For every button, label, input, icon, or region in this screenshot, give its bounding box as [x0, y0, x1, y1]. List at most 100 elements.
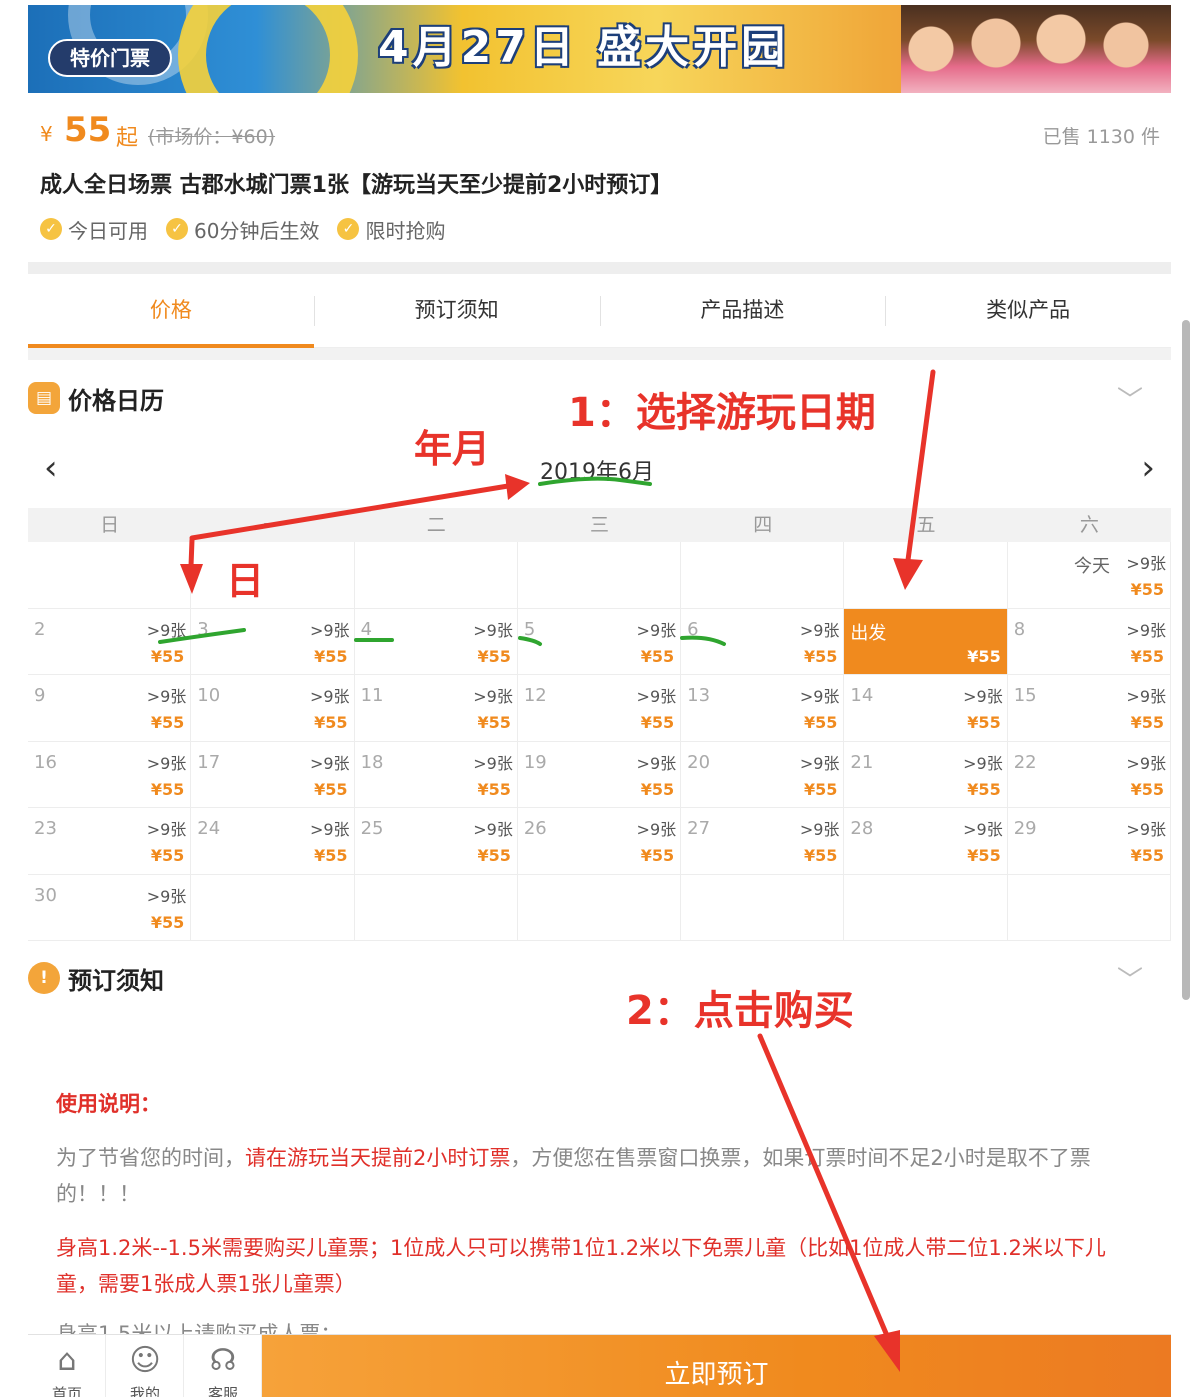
check-icon: ✓	[166, 218, 188, 240]
day-price: ¥55	[1130, 646, 1164, 666]
banner-title: 4月27日 盛大开园	[378, 22, 790, 73]
calendar-icon: ▤	[28, 382, 60, 414]
calendar-day-cell[interactable]: 20 >9张 ¥55	[681, 741, 845, 808]
calendar-day-cell[interactable]: 8 >9张 ¥55	[1007, 608, 1171, 675]
weekday-label: 五	[916, 514, 936, 536]
feature-tag: ✓ 60分钟后生效	[166, 214, 319, 244]
special-ticket-badge: 特价门票	[48, 39, 172, 77]
tab-product-description[interactable]: 产品描述	[599, 274, 886, 347]
calendar-day-cell[interactable]: 23 >9张 ¥55	[28, 808, 192, 875]
weekday-label: 四	[753, 514, 773, 536]
calendar-day-cell[interactable]: 17 >9张 ¥55	[191, 741, 355, 808]
stock-label: >9张	[473, 620, 513, 640]
day-price: ¥55	[1130, 846, 1164, 865]
day-number: 8	[1013, 618, 1026, 640]
tab-similar-products[interactable]: 类似产品	[885, 274, 1171, 347]
calendar-day-cell[interactable]: 10 >9张 ¥55	[191, 675, 355, 742]
chevron-down-icon[interactable]: ﹀	[1117, 380, 1143, 417]
day-number: 5	[523, 618, 536, 640]
price-suffix: 起	[116, 126, 139, 151]
calendar-day-cell	[844, 542, 1008, 609]
user-icon: ☺	[129, 1343, 161, 1378]
day-number: 18	[360, 751, 384, 773]
calendar-day-cell[interactable]: 4 >9张 ¥55	[354, 608, 518, 675]
calendar-day-cell	[681, 874, 845, 941]
day-price: ¥55	[640, 646, 675, 666]
stock-label: >9张	[636, 687, 677, 706]
stock-label: >9张	[963, 820, 1003, 839]
day-number: 9	[34, 685, 46, 706]
stock-label: >9张	[309, 687, 350, 706]
my-account-button[interactable]: ☺ 我的	[106, 1335, 184, 1397]
calendar-day-cell[interactable]: 24 >9张 ¥55	[191, 808, 355, 875]
calendar-day-cell[interactable]: 22 >9张 ¥55	[1007, 741, 1171, 808]
calendar-day-cell[interactable]: 12 >9张 ¥55	[517, 675, 682, 742]
calendar-day-cell[interactable]: 5 >9张 ¥55	[517, 608, 682, 675]
stock-label: >9张	[799, 687, 840, 706]
calendar-day-cell[interactable]: 出发 ¥55	[844, 608, 1008, 675]
stock-label: >9张	[636, 620, 677, 640]
calendar-day-cell[interactable]: 16 >9张 ¥55	[28, 741, 192, 808]
day-price: ¥55	[1130, 713, 1164, 732]
day-price: ¥55	[640, 846, 675, 865]
scrollbar[interactable]	[1182, 320, 1190, 1000]
calendar-day-cell[interactable]: 11 >9张 ¥55	[354, 675, 518, 742]
calendar-day-cell[interactable]: 27 >9张 ¥55	[681, 808, 845, 875]
tab-price[interactable]: 价格	[28, 274, 314, 348]
day-price: ¥55	[967, 646, 1001, 666]
calendar-day-cell[interactable]: 今天 >9张 ¥55	[1007, 542, 1171, 609]
calendar-day-cell[interactable]: 15 >9张 ¥55	[1007, 675, 1171, 742]
calendar-day-cell[interactable]: 3 >9张 ¥55	[191, 608, 355, 675]
calendar-day-cell	[517, 542, 682, 609]
calendar-day-cell[interactable]: 13 >9张 ¥55	[681, 675, 845, 742]
day-price: ¥55	[150, 846, 185, 865]
banner-photo	[901, 5, 1171, 93]
calendar-day-cell[interactable]: 30 >9张 ¥55	[28, 874, 192, 941]
booking-notice-header[interactable]: ! 预订须知 ﹀	[28, 958, 1171, 998]
calendar-day-cell[interactable]: 29 >9张 ¥55	[1007, 808, 1171, 875]
day-price: ¥55	[1130, 779, 1164, 799]
section-title: 预订须知	[68, 966, 164, 995]
stock-label: >9张	[473, 687, 513, 706]
calendar-day-cell[interactable]: 28 >9张 ¥55	[844, 808, 1008, 875]
home-button[interactable]: ⌂ 首页	[28, 1335, 106, 1397]
price: 55	[64, 110, 112, 150]
calendar-day-cell[interactable]: 14 >9张 ¥55	[844, 675, 1008, 742]
calendar-day-cell[interactable]: 25 >9张 ¥55	[354, 808, 518, 875]
stock-label: >9张	[1126, 554, 1166, 573]
calendar-day-cell[interactable]: 26 >9张 ¥55	[517, 808, 682, 875]
customer-service-button[interactable]: ☊ 客服	[184, 1335, 262, 1397]
calendar-day-cell[interactable]: 2 >9张 ¥55	[28, 608, 192, 675]
next-month-button[interactable]: ›	[1141, 448, 1155, 488]
calendar-day-cell[interactable]: 18 >9张 ¥55	[354, 741, 518, 808]
calendar-day-cell	[517, 874, 682, 941]
day-number: 6	[687, 618, 699, 640]
day-price: ¥55	[150, 779, 185, 799]
day-number: 30	[34, 884, 57, 906]
check-icon: ✓	[40, 218, 62, 240]
calendar-day-cell[interactable]: 9 >9张 ¥55	[28, 675, 192, 742]
tab-booking-notice[interactable]: 预订须知	[313, 274, 600, 347]
day-number: 16	[34, 751, 57, 773]
promo-banner[interactable]: 特价门票 4月27日 盛大开园	[28, 5, 1171, 93]
book-now-button[interactable]: 立即预订	[262, 1335, 1171, 1397]
day-number: 13	[687, 685, 711, 706]
stock-label: >9张	[963, 687, 1003, 706]
day-price: ¥55	[477, 713, 511, 732]
prev-month-button[interactable]: ‹	[44, 448, 58, 488]
calendar-day-cell[interactable]: 19 >9张 ¥55	[517, 741, 682, 808]
day-price: ¥55	[804, 779, 838, 799]
stock-label: >9张	[309, 620, 350, 640]
notice-paragraph: 身高1.5米以上请购买成人票；	[56, 1322, 342, 1334]
stock-label: >9张	[1126, 687, 1166, 706]
section-divider	[28, 262, 1171, 274]
section-divider	[28, 348, 1171, 360]
calendar-day-cell[interactable]: 6 >9张 ¥55	[681, 608, 845, 675]
stock-label: >9张	[963, 753, 1003, 773]
chevron-down-icon[interactable]: ﹀	[1117, 960, 1143, 997]
day-number: 19	[523, 751, 547, 773]
day-number: 12	[523, 685, 547, 706]
calendar-day-cell[interactable]: 21 >9张 ¥55	[844, 741, 1008, 808]
weekday-label: 二	[426, 514, 446, 536]
weekday-label: 六	[1079, 514, 1099, 536]
